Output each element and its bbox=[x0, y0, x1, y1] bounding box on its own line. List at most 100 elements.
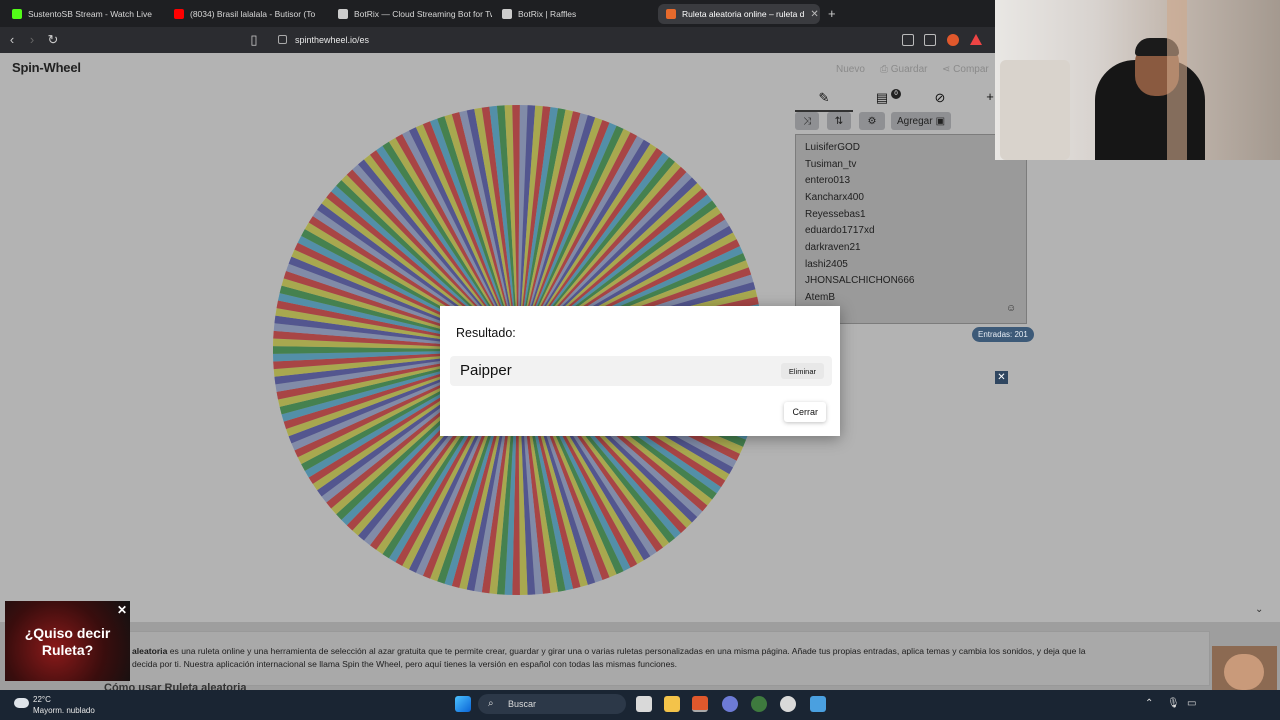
webcam-overlay bbox=[995, 0, 1280, 160]
browser-tab-1[interactable]: (8034) Brasil lalalala - Butisor (To bbox=[166, 4, 328, 24]
close-icon[interactable]: ✕ bbox=[995, 371, 1008, 384]
search-label: Buscar bbox=[508, 699, 537, 709]
bookmark-icon[interactable]: ▯ bbox=[246, 32, 262, 48]
tab-title: BotRix — Cloud Streaming Bot for Tw bbox=[354, 9, 492, 19]
reload-icon[interactable]: ↻ bbox=[45, 32, 61, 48]
app-icon[interactable] bbox=[751, 696, 767, 712]
spinwheel-icon bbox=[666, 9, 676, 19]
share-label: Compar bbox=[953, 64, 989, 75]
close-icon[interactable]: ✕ bbox=[117, 603, 127, 617]
url-text: spinthewheel.io/es bbox=[295, 35, 370, 45]
tab-close-icon[interactable]: ✕ bbox=[810, 9, 818, 20]
browser-tab-bar: SustentoSB Stream - Watch Live (8034) Br… bbox=[0, 0, 995, 27]
list-item: Reyessebas1 bbox=[805, 209, 866, 220]
browser-tab-3[interactable]: BotRix | Raffles bbox=[494, 4, 656, 24]
dialog-title: Resultado: bbox=[456, 326, 516, 340]
windows-start-icon[interactable] bbox=[455, 696, 471, 712]
results-tab-icon[interactable]: ▤ bbox=[872, 90, 892, 106]
browser-tab-0[interactable]: SustentoSB Stream - Watch Live bbox=[4, 4, 164, 24]
list-item: Kancharx400 bbox=[805, 192, 864, 203]
sort-button[interactable]: ⇅ bbox=[827, 112, 851, 130]
tab-title: SustentoSB Stream - Watch Live bbox=[28, 9, 152, 19]
mic-icon[interactable]: 🎙 bbox=[1167, 698, 1180, 709]
gear-icon: ⚙ bbox=[867, 115, 877, 127]
share-icon[interactable] bbox=[924, 34, 936, 46]
edit-tab-icon[interactable]: ✎ bbox=[814, 90, 834, 106]
hide-icon[interactable]: ⊘ bbox=[930, 90, 950, 106]
shuffle-button[interactable]: ⤨ bbox=[795, 112, 819, 130]
tab-title: BotRix | Raffles bbox=[518, 9, 577, 19]
remove-button[interactable]: Eliminar bbox=[780, 363, 824, 379]
discord-icon[interactable] bbox=[722, 696, 738, 712]
cloud-icon bbox=[14, 698, 29, 708]
browser-tab-4[interactable]: Ruleta aleatoria online – ruleta d ✕ bbox=[658, 4, 820, 24]
image-icon: ▣ bbox=[935, 115, 946, 127]
back-icon[interactable]: ‹ bbox=[4, 32, 20, 47]
site-info-icon[interactable] bbox=[278, 35, 287, 44]
result-dialog: Resultado: Paipper Eliminar Cerrar bbox=[440, 306, 840, 436]
browser-tab-2[interactable]: BotRix — Cloud Streaming Bot for Tw bbox=[330, 4, 492, 24]
sort-icon: ⇅ bbox=[834, 115, 844, 127]
weather-temp: 22°C bbox=[33, 695, 51, 704]
emoji-icon[interactable]: ☺ bbox=[1006, 303, 1016, 314]
save-button[interactable]: ⎙ Guardar bbox=[880, 64, 927, 75]
forward-icon[interactable]: › bbox=[24, 32, 40, 47]
network-icon[interactable]: ▭ bbox=[1187, 698, 1196, 709]
brave-shield-icon[interactable] bbox=[947, 34, 959, 46]
entries-list[interactable]: LuisiferGOD Tusiman_tv entero013 Kanchar… bbox=[795, 134, 1027, 324]
share-button[interactable]: ⋖ Compar bbox=[942, 64, 989, 75]
results-badge: 0 bbox=[891, 89, 901, 99]
winner-name: Paipper bbox=[460, 362, 512, 379]
address-bar-row: ‹ › ↻ ▯ spinthewheel.io/es bbox=[0, 27, 995, 53]
entries-count-badge: Entradas: 201 bbox=[972, 327, 1034, 342]
list-item: Tusiman_tv bbox=[805, 159, 857, 170]
list-item: AtemB bbox=[805, 292, 836, 303]
list-item: JHONSALCHICHON666 bbox=[805, 275, 915, 286]
close-button[interactable]: Cerrar bbox=[784, 402, 826, 422]
url-field[interactable]: spinthewheel.io/es bbox=[270, 30, 990, 50]
search-icon: ⌕ bbox=[488, 698, 494, 709]
brave-icon[interactable] bbox=[692, 696, 708, 712]
tab-title: Ruleta aleatoria online – ruleta d bbox=[682, 9, 805, 19]
new-tab-icon[interactable]: + bbox=[828, 6, 836, 21]
add-image-button[interactable]: Agregar ▣ bbox=[891, 112, 951, 130]
add-image-label: Agregar bbox=[896, 115, 933, 127]
info-line1: es una ruleta online y una herramienta d… bbox=[167, 646, 1086, 656]
notepad-icon[interactable] bbox=[810, 696, 826, 712]
ad-text: ¿Quiso decir Ruleta? bbox=[24, 625, 111, 658]
list-item: eduardo1717xd bbox=[805, 225, 875, 236]
curtain-shape bbox=[1167, 0, 1187, 160]
obs-icon[interactable] bbox=[780, 696, 796, 712]
list-item: darkraven21 bbox=[805, 242, 861, 253]
list-item: entero013 bbox=[805, 175, 851, 186]
info-text: aleatoria es una ruleta online y una her… bbox=[132, 645, 1202, 670]
botrix-icon bbox=[338, 9, 348, 19]
list-item: lashi2405 bbox=[805, 259, 848, 270]
share-icon: ⋖ bbox=[942, 64, 954, 75]
weather-widget[interactable]: 22°C Mayorm. nublado bbox=[14, 694, 95, 716]
save-icon: ⎙ bbox=[880, 64, 891, 75]
brave-rewards-icon[interactable] bbox=[970, 34, 982, 45]
settings-button[interactable]: ⚙ bbox=[859, 112, 885, 130]
youtube-icon bbox=[174, 9, 184, 19]
task-view-icon[interactable] bbox=[636, 696, 652, 712]
reader-icon[interactable] bbox=[902, 34, 914, 46]
result-row: Paipper Eliminar bbox=[450, 356, 832, 386]
roulette-ad[interactable]: ¿Quiso decir Ruleta? ✕ bbox=[5, 601, 130, 681]
app-logo[interactable]: Spin-Wheel bbox=[12, 60, 81, 75]
tab-title: (8034) Brasil lalalala - Butisor (To bbox=[190, 9, 316, 19]
save-label: Guardar bbox=[890, 64, 928, 75]
shuffle-icon: ⤨ bbox=[803, 115, 811, 127]
taskbar-search[interactable]: ⌕ Buscar bbox=[478, 694, 626, 714]
bed-shape bbox=[1000, 60, 1070, 160]
new-button[interactable]: Nuevo bbox=[836, 64, 865, 75]
info-line2: decida por ti. Nuestra aplicación intern… bbox=[132, 658, 678, 669]
chevron-down-icon[interactable]: ⌄ bbox=[1255, 604, 1263, 615]
weather-desc: Mayorm. nublado bbox=[33, 706, 95, 715]
botrix-icon bbox=[502, 9, 512, 19]
kick-icon bbox=[12, 9, 22, 19]
chevron-up-icon[interactable]: ⌃ bbox=[1145, 698, 1153, 709]
file-explorer-icon[interactable] bbox=[664, 696, 680, 712]
list-item: LuisiferGOD bbox=[805, 142, 861, 153]
info-bold: aleatoria bbox=[132, 646, 168, 656]
